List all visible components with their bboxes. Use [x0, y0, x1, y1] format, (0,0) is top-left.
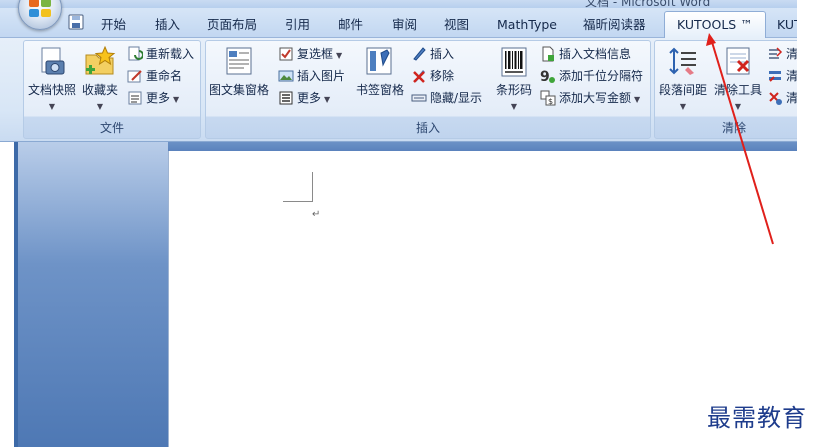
tab-view[interactable]: 视图: [444, 16, 469, 38]
chevron-down-icon: ▼: [679, 102, 687, 111]
autotext-pane-button[interactable]: 图文集窗格: [209, 45, 269, 98]
group-label-clear: 清除: [721, 121, 746, 135]
insert-doc-info-button[interactable]: 插入文档信息: [540, 44, 631, 64]
clear-button-3[interactable]: 清: [767, 88, 798, 108]
chevron-down-icon: ▼: [324, 95, 331, 104]
title-bar: 文档 - Microsoft Word: [0, 0, 797, 9]
paragraph-spacing-icon: [666, 45, 700, 79]
tab-insert[interactable]: 插入: [155, 16, 180, 38]
autotext-pane-icon: [222, 45, 256, 79]
thousands-separator-icon: 9: [540, 69, 555, 84]
document-left-pane: [14, 142, 168, 447]
ribbon-tab-row: 开始 插入 页面布局 引用 邮件 审阅 视图 MathType 福昕阅读器 KU…: [0, 8, 802, 39]
window-left-border: [14, 142, 18, 447]
watermark-text: 最需教育: [707, 404, 807, 432]
doc-snapshot-button[interactable]: 文档快照 ▼: [28, 45, 76, 111]
chevron-down-icon: ▼: [96, 102, 104, 111]
ribbon: 文档快照 ▼ 收藏夹 ▼ 重新载入 重命名 更多 ▼ 文件 图文集窗格 复选框 …: [0, 38, 814, 142]
clear-icon-3: [769, 91, 782, 105]
reload-icon: [128, 46, 143, 60]
insert-more-button[interactable]: 更多 ▼: [278, 88, 330, 108]
favorites-button[interactable]: 收藏夹 ▼: [82, 45, 118, 111]
barcode-button[interactable]: 条形码 ▼: [496, 45, 532, 111]
svg-text:9: 9: [540, 69, 550, 84]
clear-button-2[interactable]: 清: [767, 66, 798, 86]
chevron-down-icon: ▼: [173, 95, 180, 104]
bookmark-pane-icon: [363, 45, 397, 79]
checkbox-button[interactable]: 复选框 ▼: [278, 44, 342, 64]
right-edge: [797, 0, 827, 447]
clear-icon-1: [769, 46, 783, 59]
tab-mailings[interactable]: 邮件: [338, 16, 363, 38]
barcode-icon: [497, 45, 531, 79]
hide-show-icon: [411, 94, 427, 101]
group-label-file: 文件: [99, 121, 124, 135]
chevron-down-icon: ▼: [510, 102, 518, 111]
quick-access-save-icon[interactable]: [66, 13, 86, 31]
checkbox-icon: [279, 47, 293, 60]
more-icon: [128, 91, 142, 104]
chevron-down-icon: ▼: [336, 51, 343, 60]
clear-button-1[interactable]: 清: [767, 44, 798, 64]
rename-icon: [127, 69, 142, 82]
insert-picture-button[interactable]: 插入图片: [278, 66, 345, 86]
clear-icon-2: [769, 70, 781, 82]
group-label-insert: 插入: [415, 121, 440, 135]
currency-uppercase-button[interactable]: $ 添加大写金额 ▼: [540, 88, 640, 108]
chevron-down-icon: ▼: [48, 102, 56, 111]
svg-text:$: $: [548, 97, 553, 106]
file-more-button[interactable]: 更多 ▼: [127, 88, 179, 108]
document-page[interactable]: [168, 151, 797, 447]
group-insert: 图文集窗格 复选框 ▼ 插入图片 更多 ▼ 书签窗格 插入 移除 隐藏/显示 条…: [205, 40, 651, 139]
currency-uppercase-icon: $: [540, 90, 556, 106]
clear-tool-icon: [721, 45, 755, 79]
chevron-down-icon: ▼: [634, 95, 641, 104]
bookmark-pane-button[interactable]: 书签窗格: [356, 45, 404, 98]
insert-bookmark-button[interactable]: 插入: [411, 44, 454, 64]
page-margin-corner-mark: [283, 172, 313, 202]
camera-document-icon: [35, 45, 69, 79]
tab-home[interactable]: 开始: [101, 16, 126, 38]
thousands-separator-button[interactable]: 9 添加千位分隔符: [540, 66, 643, 86]
remove-icon: [413, 69, 425, 83]
insert-picture-icon: [278, 70, 294, 81]
group-file: 文档快照 ▼ 收藏夹 ▼ 重新载入 重命名 更多 ▼ 文件: [23, 40, 201, 139]
group-clear: 段落间距 ▼ 清除工具 ▼ 清 清 清 清除: [654, 40, 814, 139]
insert-bookmark-icon: [413, 46, 426, 61]
hide-show-button[interactable]: 隐藏/显示: [411, 88, 482, 108]
office-logo-icon: [29, 0, 53, 19]
tab-review[interactable]: 审阅: [392, 16, 417, 38]
reload-button[interactable]: 重新载入: [127, 44, 194, 64]
clear-tool-button[interactable]: 清除工具 ▼: [714, 45, 762, 111]
star-folder-icon: [83, 45, 117, 79]
doc-info-icon: [542, 46, 554, 61]
remove-bookmark-button[interactable]: 移除: [411, 66, 454, 86]
chevron-down-icon: ▼: [734, 102, 742, 111]
tab-foxit-reader[interactable]: 福昕阅读器: [583, 16, 646, 38]
tab-mathtype[interactable]: MathType: [497, 16, 557, 38]
more-icon: [279, 91, 293, 104]
tab-page-layout[interactable]: 页面布局: [207, 16, 257, 38]
tab-references[interactable]: 引用: [285, 16, 310, 38]
paragraph-mark: ↵: [312, 209, 321, 220]
tab-kutools[interactable]: KUTOOLS ™: [664, 11, 766, 39]
paragraph-spacing-button[interactable]: 段落间距 ▼: [659, 45, 707, 111]
rename-button[interactable]: 重命名: [127, 66, 182, 86]
